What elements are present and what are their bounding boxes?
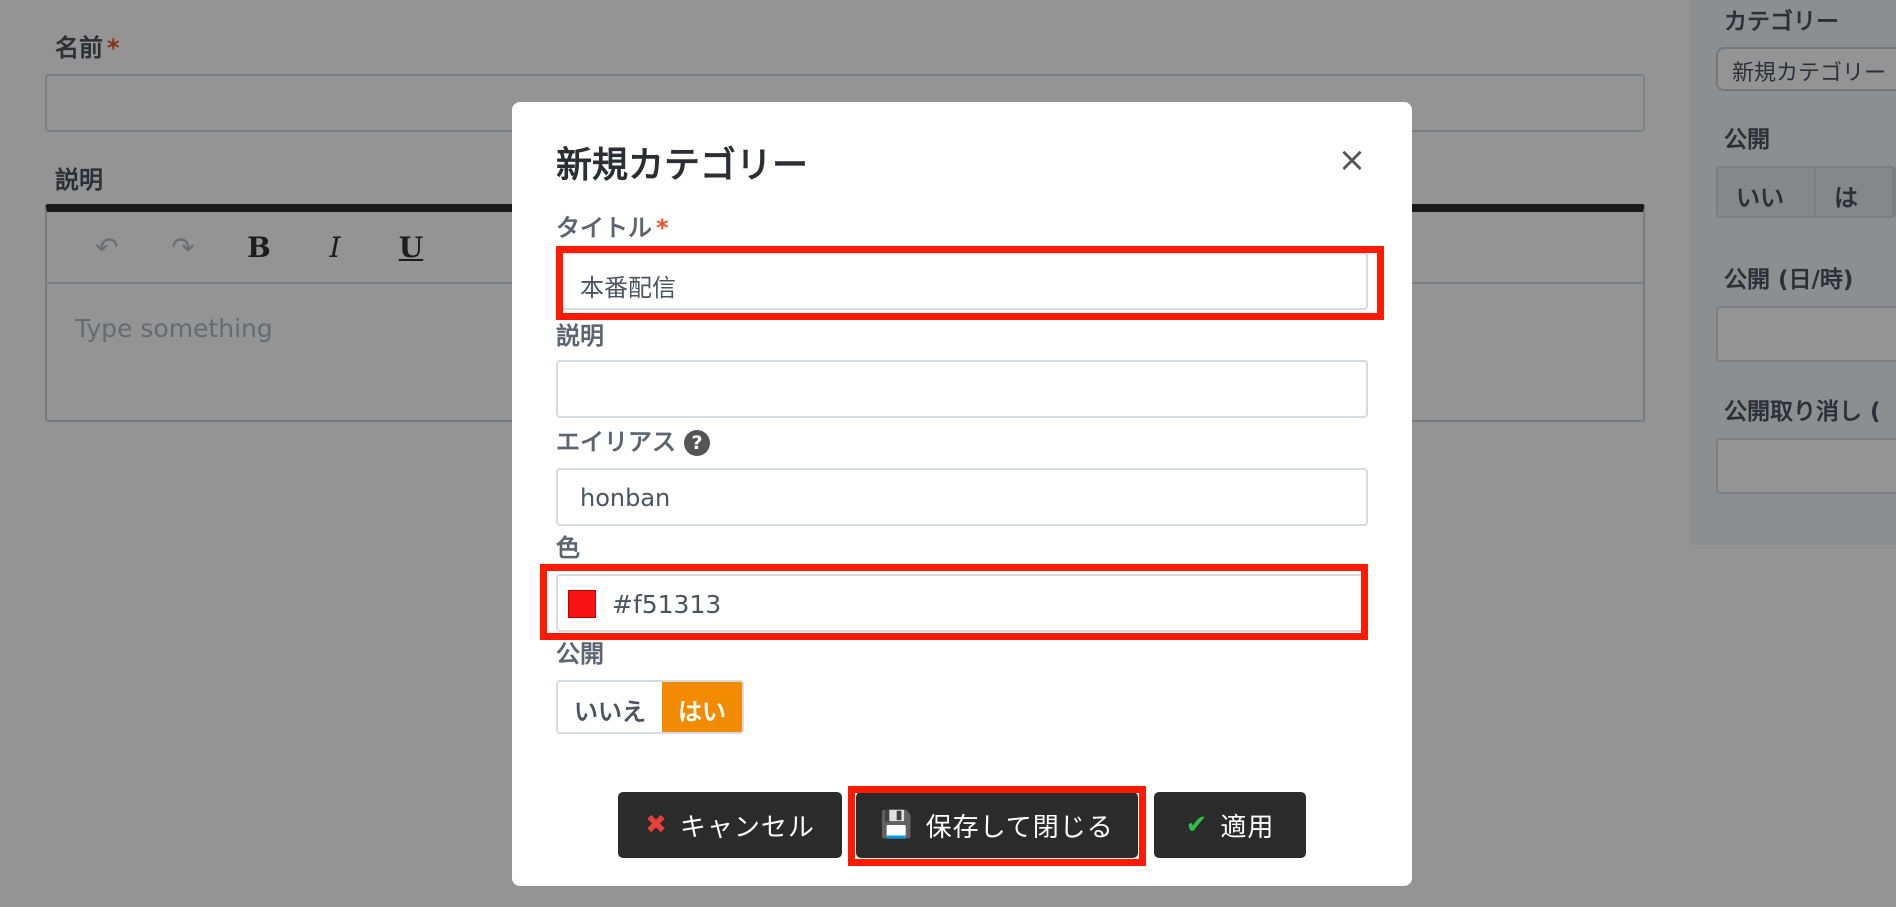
color-highlight <box>540 564 1368 640</box>
cancel-button[interactable]: ✖ キャンセル <box>618 792 842 858</box>
publish-no-option[interactable]: いいえ <box>558 682 662 732</box>
publish-yes-option[interactable]: はい <box>662 682 742 732</box>
new-category-modal: 新規カテゴリー × タイトル * 本番配信 説明 エイリアス? honban 色 … <box>512 102 1412 886</box>
close-icon[interactable]: × <box>1332 140 1372 180</box>
publish-label: 公開 <box>556 640 604 668</box>
apply-label: 適用 <box>1220 812 1275 843</box>
description-label: 説明 <box>556 322 604 350</box>
close-icon: ✖ <box>645 810 668 840</box>
modal-title: 新規カテゴリー <box>556 145 809 186</box>
publish-toggle[interactable]: いいえ はい <box>556 680 744 734</box>
title-label: タイトル * <box>556 214 669 242</box>
cancel-label: キャンセル <box>679 812 815 843</box>
alias-input[interactable]: honban <box>556 468 1368 526</box>
description-input[interactable] <box>556 360 1368 418</box>
title-highlight <box>556 246 1384 320</box>
check-icon: ✔ <box>1185 810 1209 840</box>
apply-button[interactable]: ✔ 適用 <box>1154 792 1306 858</box>
help-icon[interactable]: ? <box>684 430 710 456</box>
alias-label: エイリアス? <box>556 422 710 457</box>
color-label: 色 <box>556 534 580 562</box>
save-highlight <box>848 786 1146 866</box>
